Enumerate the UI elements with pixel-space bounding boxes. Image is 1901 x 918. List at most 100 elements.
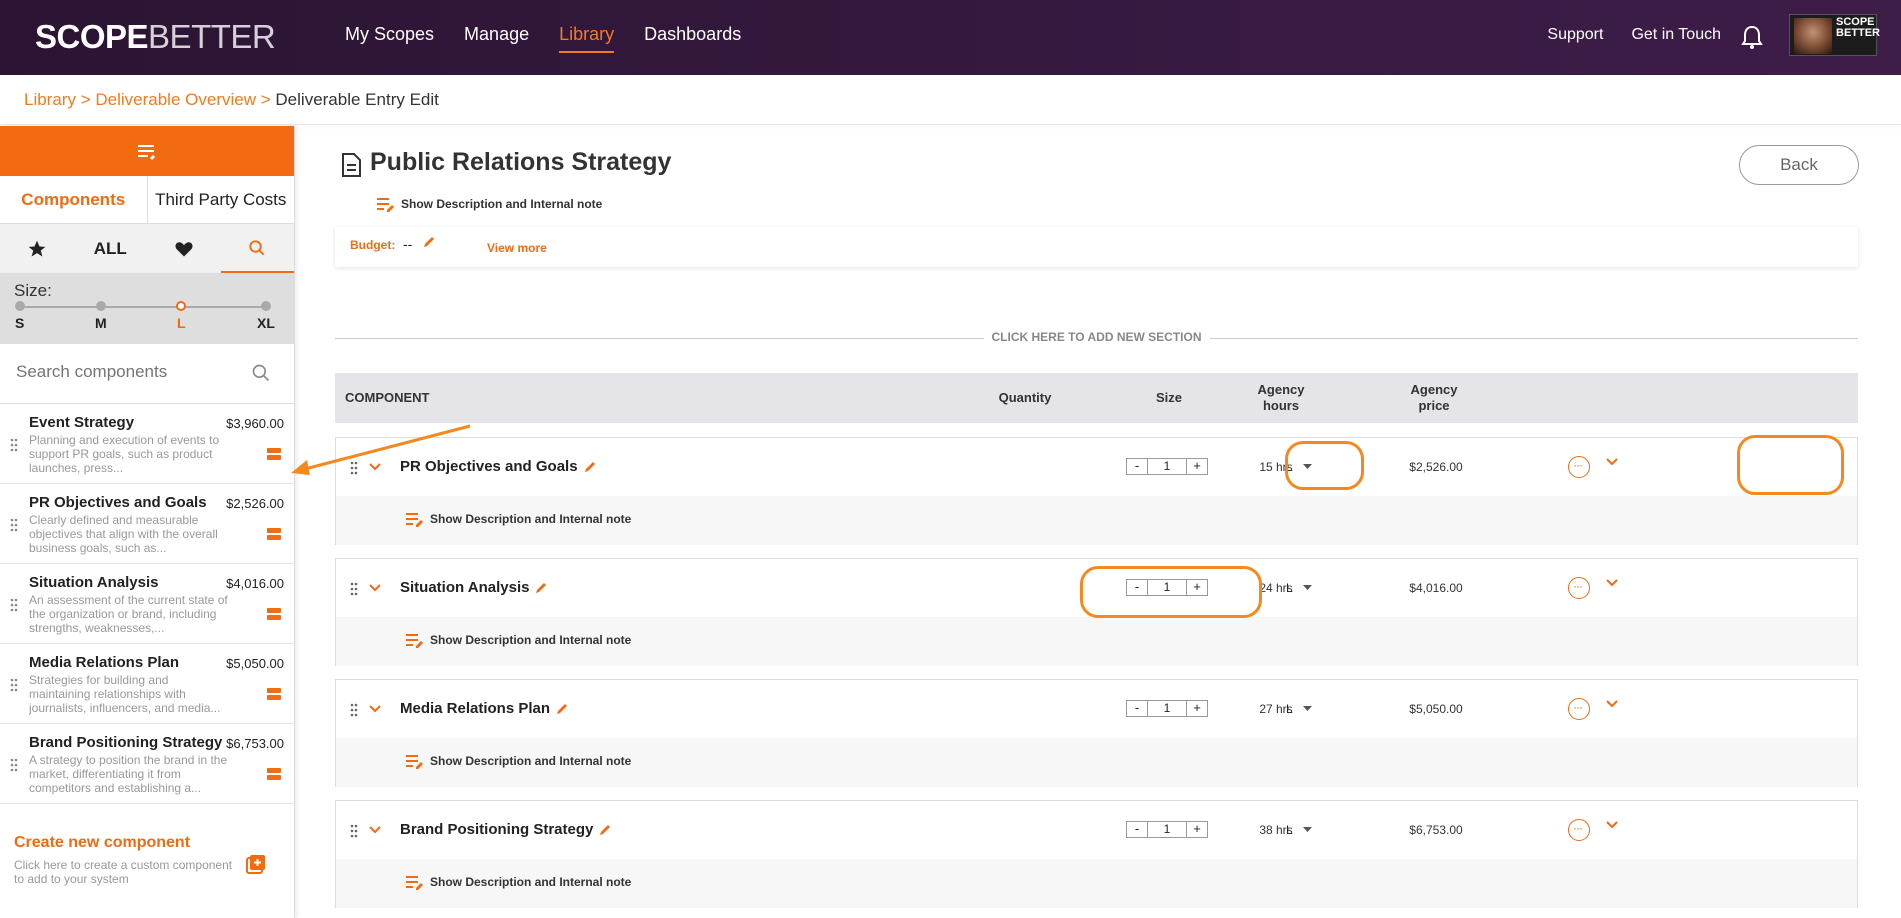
- quantity-stepper: - 1 +: [1126, 579, 1208, 596]
- show-description-label: Show Description and Internal note: [430, 633, 632, 647]
- quantity-increase-button[interactable]: +: [1186, 579, 1208, 596]
- list-item[interactable]: Media Relations Plan $5,050.00 Strategie…: [0, 644, 294, 724]
- nav-manage[interactable]: Manage: [464, 24, 529, 53]
- drag-handle-icon[interactable]: [350, 703, 358, 717]
- filter-all[interactable]: ALL: [74, 224, 148, 273]
- add-section-bar[interactable]: CLICK HERE TO ADD NEW SECTION: [335, 328, 1858, 348]
- view-more-link[interactable]: View more: [487, 241, 547, 255]
- chevron-down-icon[interactable]: [1606, 821, 1618, 829]
- show-description-toggle[interactable]: Show Description and Internal note: [406, 632, 631, 648]
- add-section-label[interactable]: CLICK HERE TO ADD NEW SECTION: [983, 330, 1210, 344]
- drag-handle-icon[interactable]: [10, 438, 18, 452]
- header-size: Size: [1155, 390, 1182, 405]
- drag-handle-icon[interactable]: [10, 678, 18, 692]
- drag-handle-icon[interactable]: [350, 582, 358, 596]
- more-options-button[interactable]: [1568, 456, 1590, 478]
- quantity-increase-button[interactable]: +: [1186, 458, 1208, 475]
- size-dot-l[interactable]: [176, 301, 186, 311]
- chevron-down-icon[interactable]: [369, 826, 381, 834]
- add-to-scope-icon[interactable]: [266, 686, 282, 702]
- pencil-icon[interactable]: [599, 824, 611, 836]
- user-avatar[interactable]: SCOPE BETTER: [1789, 14, 1880, 56]
- show-description-toggle[interactable]: Show Description and Internal note: [406, 874, 631, 890]
- more-options-button[interactable]: [1568, 577, 1590, 599]
- size-label-xl: XL: [257, 315, 275, 331]
- row-main: Situation Analysis - 1 + L 24 hrs $4,016…: [336, 559, 1857, 617]
- filter-search[interactable]: [220, 224, 294, 273]
- size-slider-track[interactable]: [20, 306, 264, 308]
- chevron-down-icon[interactable]: [369, 584, 381, 592]
- show-description-toggle[interactable]: Show Description and Internal note: [406, 753, 631, 769]
- nav-dashboards[interactable]: Dashboards: [644, 24, 741, 53]
- quantity-value[interactable]: 1: [1148, 821, 1186, 838]
- nav-my-scopes[interactable]: My Scopes: [345, 24, 434, 53]
- create-component[interactable]: Create new component Click here to creat…: [0, 818, 295, 918]
- support-link[interactable]: Support: [1547, 26, 1603, 44]
- drag-handle-icon[interactable]: [10, 518, 18, 532]
- chevron-down-icon[interactable]: [369, 705, 381, 713]
- size-dot-xl[interactable]: [261, 301, 271, 311]
- quantity-increase-button[interactable]: +: [1186, 821, 1208, 838]
- tab-third-party-costs[interactable]: Third Party Costs: [148, 176, 295, 223]
- list-item[interactable]: Situation Analysis $4,016.00 An assessme…: [0, 564, 294, 644]
- back-button[interactable]: Back: [1739, 145, 1859, 185]
- agency-price: $4,016.00: [1409, 581, 1463, 595]
- search-input[interactable]: [16, 362, 246, 382]
- pencil-icon[interactable]: [535, 582, 547, 594]
- quantity-decrease-button[interactable]: -: [1126, 700, 1148, 717]
- drag-handle-icon[interactable]: [350, 824, 358, 838]
- note-edit-icon: [406, 634, 423, 648]
- more-options-button[interactable]: [1568, 698, 1590, 720]
- drag-handle-icon[interactable]: [10, 758, 18, 772]
- pencil-icon[interactable]: [423, 236, 435, 248]
- quantity-value[interactable]: 1: [1148, 458, 1186, 475]
- chevron-down-icon[interactable]: [1606, 579, 1618, 587]
- quantity-decrease-button[interactable]: -: [1126, 821, 1148, 838]
- quantity-decrease-button[interactable]: -: [1126, 458, 1148, 475]
- nav-library[interactable]: Library: [559, 24, 615, 53]
- add-box-icon[interactable]: [245, 853, 267, 875]
- add-to-scope-icon[interactable]: [266, 766, 282, 782]
- quantity-value[interactable]: 1: [1148, 579, 1186, 596]
- filter-favorites[interactable]: [0, 224, 74, 273]
- add-to-scope-icon[interactable]: [266, 606, 282, 622]
- chevron-down-icon[interactable]: [1606, 700, 1618, 708]
- list-item[interactable]: Event Strategy $3,960.00 Planning and ex…: [0, 404, 294, 484]
- quantity-value[interactable]: 1: [1148, 700, 1186, 717]
- show-description-toggle[interactable]: Show Description and Internal note: [406, 511, 631, 527]
- quantity-increase-button[interactable]: +: [1186, 700, 1208, 717]
- component-description: Clearly defined and measurable objective…: [29, 513, 218, 555]
- list-item[interactable]: PR Objectives and Goals $2,526.00 Clearl…: [0, 484, 294, 564]
- breadcrumb-library[interactable]: Library: [24, 90, 76, 109]
- size-dot-s[interactable]: [15, 301, 25, 311]
- create-component-title[interactable]: Create new component: [14, 834, 190, 852]
- filter-liked[interactable]: [147, 224, 221, 273]
- row-component-name: PR Objectives and Goals: [400, 458, 596, 475]
- drag-handle-icon[interactable]: [350, 461, 358, 475]
- components-sidebar: Components Third Party Costs ALL Size: S…: [0, 126, 295, 918]
- component-name: Brand Positioning Strategy: [29, 734, 223, 751]
- breadcrumb-deliverable-overview[interactable]: Deliverable Overview: [95, 90, 256, 109]
- search-icon[interactable]: [251, 363, 271, 383]
- add-to-scope-icon[interactable]: [266, 526, 282, 542]
- bell-icon[interactable]: [1740, 24, 1764, 50]
- get-in-touch-link[interactable]: Get in Touch: [1631, 26, 1721, 44]
- component-name: Event Strategy: [29, 414, 135, 431]
- tab-components[interactable]: Components: [0, 176, 148, 223]
- brand-logo[interactable]: SCOPEBETTER: [35, 18, 276, 56]
- row-component-name: Media Relations Plan: [400, 700, 568, 717]
- show-description-toggle[interactable]: Show Description and Internal note: [377, 196, 602, 212]
- sidebar-header[interactable]: [0, 126, 294, 176]
- quantity-decrease-button[interactable]: -: [1126, 579, 1148, 596]
- more-options-button[interactable]: [1568, 819, 1590, 841]
- pencil-icon[interactable]: [556, 703, 568, 715]
- pencil-icon[interactable]: [584, 461, 596, 473]
- list-item[interactable]: Brand Positioning Strategy $6,753.00 A s…: [0, 724, 294, 804]
- drag-handle-icon[interactable]: [10, 598, 18, 612]
- chevron-down-icon[interactable]: [369, 463, 381, 471]
- row-name-text: PR Objectives and Goals: [400, 458, 578, 475]
- chevron-down-icon[interactable]: [1606, 458, 1618, 466]
- size-dot-m[interactable]: [96, 301, 106, 311]
- component-description: A strategy to position the brand in the …: [29, 753, 228, 795]
- add-to-scope-icon[interactable]: [266, 446, 282, 462]
